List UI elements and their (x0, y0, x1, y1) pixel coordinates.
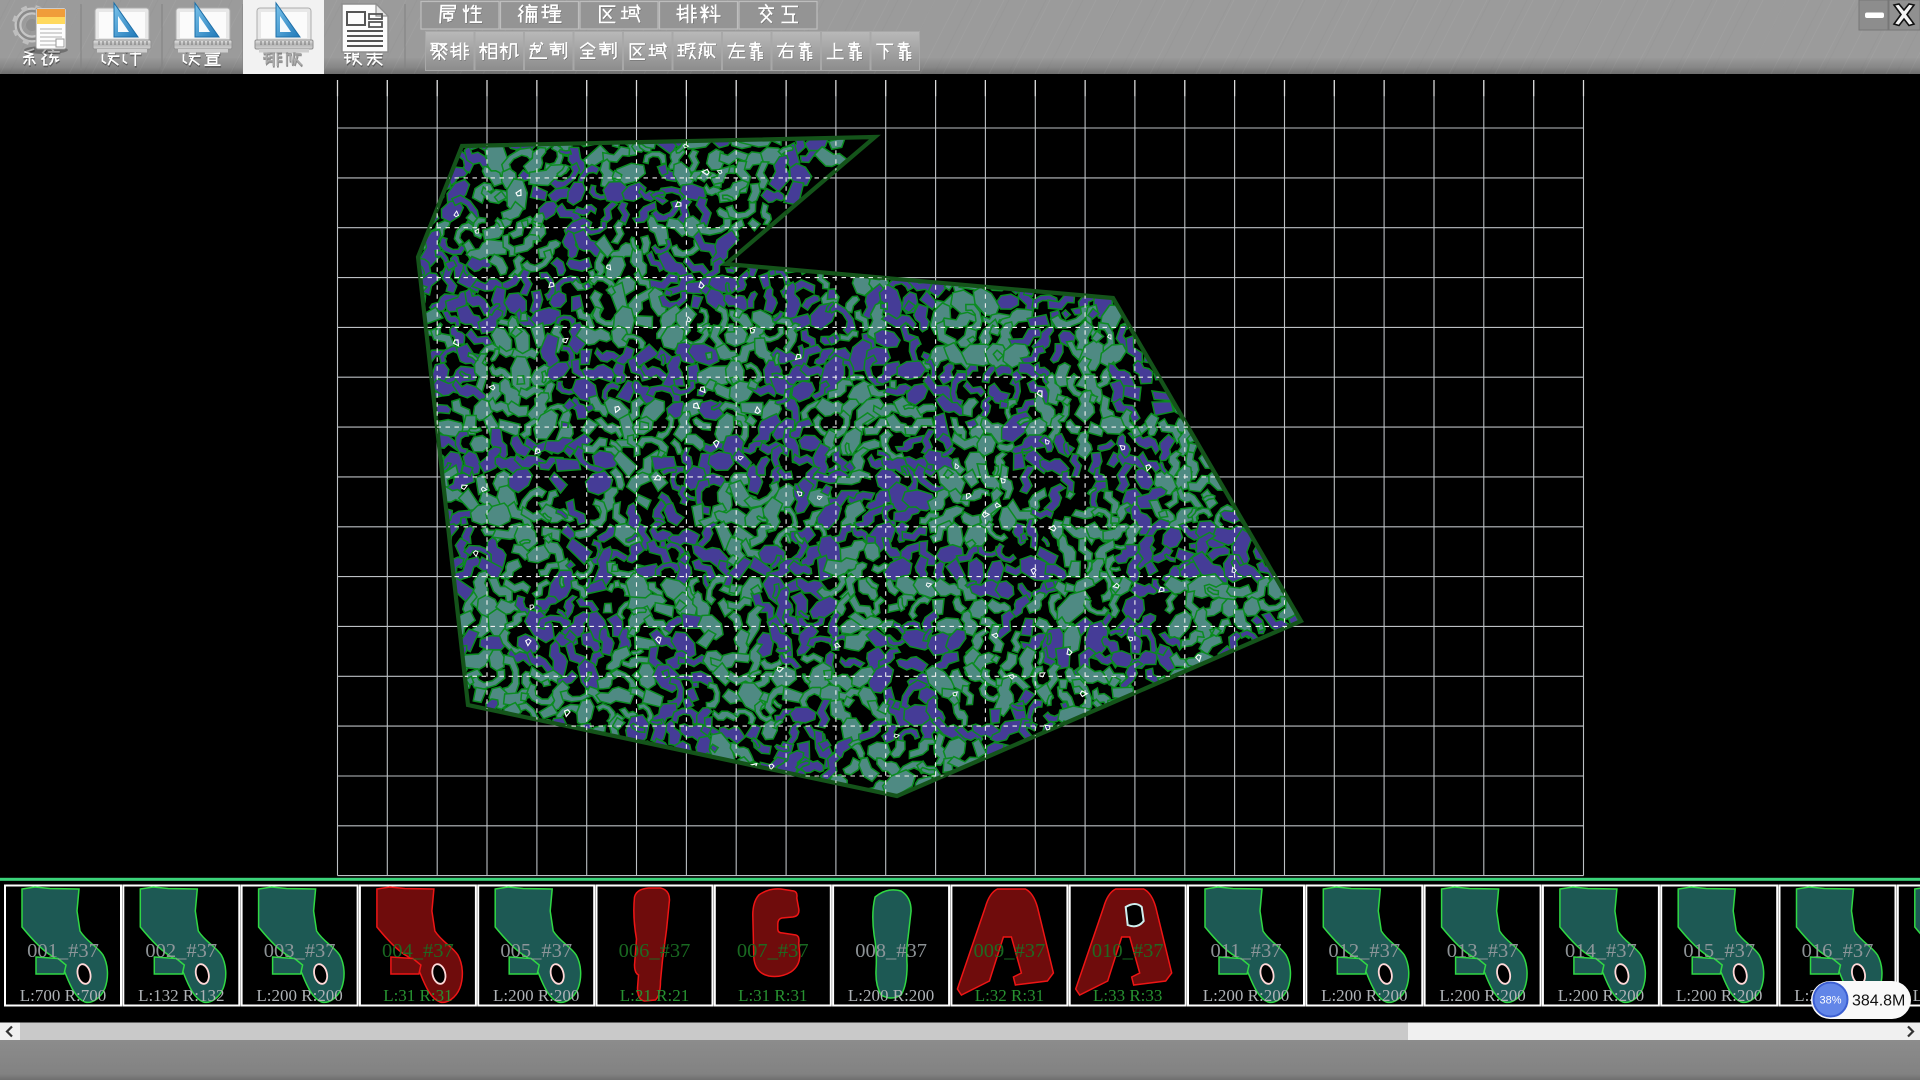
svg-text:002_#37: 002_#37 (145, 940, 217, 962)
svg-text:L:31 R:31: L:31 R:31 (383, 986, 452, 1005)
svg-text:001_#37: 001_#37 (27, 940, 99, 962)
svg-text:005_#37: 005_#37 (500, 940, 572, 962)
svg-text:012_#37: 012_#37 (1328, 940, 1400, 962)
svg-text:L:200 R:200: L:200 R:200 (256, 986, 342, 1005)
svg-text:L:31 R:31: L:31 R:31 (738, 986, 807, 1005)
svg-text:L:200 R:200: L:200 R:200 (1439, 986, 1525, 1005)
svg-text:L:200 R:200: L:200 R:200 (1321, 986, 1407, 1005)
svg-text:L:200 R:200: L:200 R:200 (493, 986, 579, 1005)
svg-text:003_#37: 003_#37 (264, 940, 336, 962)
svg-text:384.8M: 384.8M (1852, 993, 1905, 1010)
svg-text:014_#37: 014_#37 (1565, 940, 1637, 962)
svg-text:016_#37: 016_#37 (1802, 940, 1874, 962)
svg-text:L:200 R:200: L:200 R:200 (1913, 986, 1920, 1005)
svg-text:013_#37: 013_#37 (1447, 940, 1519, 962)
svg-text:015_#37: 015_#37 (1683, 940, 1755, 962)
svg-text:38%: 38% (1819, 995, 1841, 1007)
svg-text:L:200 R:200: L:200 R:200 (848, 986, 934, 1005)
svg-text:010_#37: 010_#37 (1092, 940, 1164, 962)
svg-text:L:21 R:21: L:21 R:21 (620, 986, 689, 1005)
svg-text:009_#37: 009_#37 (974, 940, 1046, 962)
svg-text:L:200 R:200: L:200 R:200 (1676, 986, 1762, 1005)
svg-text:L:132 R:132: L:132 R:132 (138, 986, 224, 1005)
svg-text:L:32 R:31: L:32 R:31 (975, 986, 1044, 1005)
svg-text:006_#37: 006_#37 (619, 940, 691, 962)
svg-text:L:700 R:700: L:700 R:700 (20, 986, 106, 1005)
svg-text:004_#37: 004_#37 (382, 940, 454, 962)
svg-text:008_#37: 008_#37 (855, 940, 927, 962)
svg-text:L:200 R:200: L:200 R:200 (1203, 986, 1289, 1005)
svg-text:011_#37: 011_#37 (1211, 940, 1282, 962)
svg-text:L:33 R:33: L:33 R:33 (1093, 986, 1162, 1005)
svg-text:L:200 R:200: L:200 R:200 (1558, 986, 1644, 1005)
svg-text:007_#37: 007_#37 (737, 940, 809, 962)
